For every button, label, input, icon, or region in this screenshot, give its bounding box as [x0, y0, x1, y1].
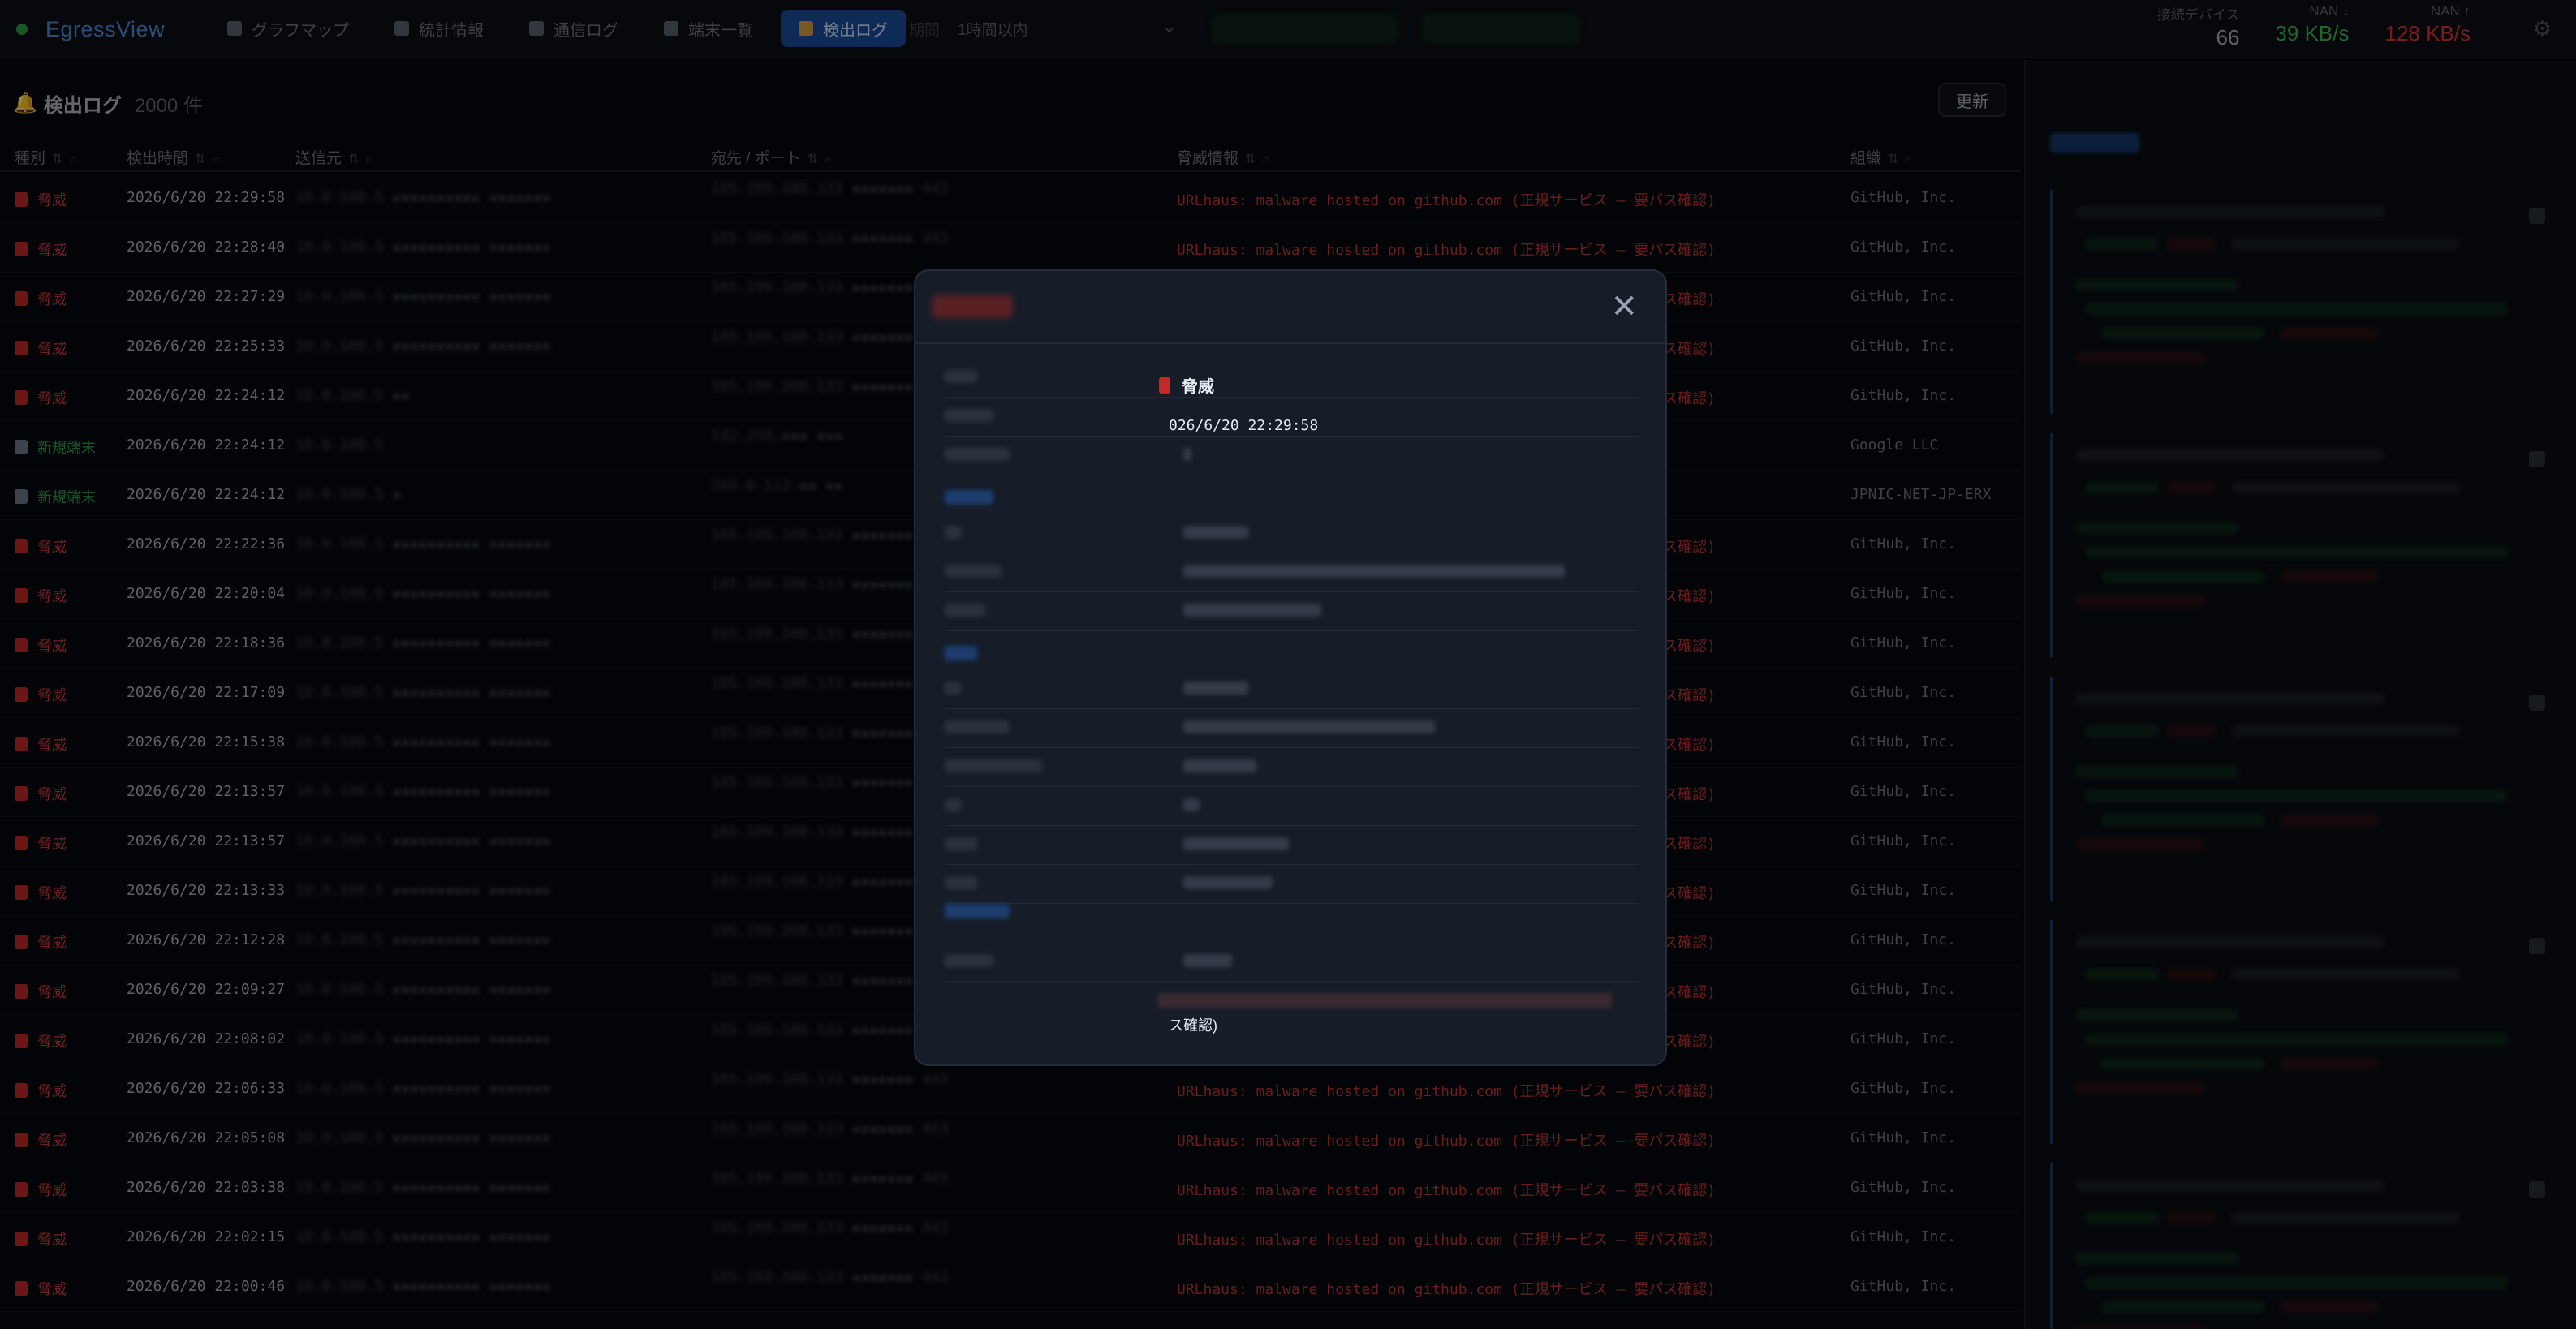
modal-detail-row	[945, 787, 1639, 826]
detail-label	[945, 837, 977, 850]
modal-detail-row	[945, 748, 1639, 787]
modal-detail-row	[945, 514, 1639, 553]
modal-detail-row	[945, 437, 1639, 475]
modal-detail-row	[945, 709, 1639, 748]
detail-value	[1183, 837, 1289, 850]
detail-label	[945, 409, 993, 422]
modal-detail-row	[945, 865, 1639, 904]
detail-label	[945, 682, 961, 695]
modal-section-header	[945, 490, 993, 505]
detail-value	[1183, 798, 1200, 811]
modal-detail-row	[945, 670, 1639, 709]
modal-threat-info	[1157, 993, 1612, 1008]
modal-threat-info-wrap: ス確認)	[1169, 1017, 1217, 1034]
detail-label	[945, 565, 1002, 578]
detail-label	[945, 720, 1010, 733]
detail-label	[945, 759, 1042, 772]
detail-value	[1183, 682, 1248, 695]
detail-label	[945, 876, 977, 889]
modal-type-value: 脅威	[1159, 373, 1214, 397]
modal-section-header	[945, 646, 977, 660]
modal-detail-row	[945, 359, 1639, 398]
detail-value	[1183, 604, 1321, 617]
detail-value	[1183, 876, 1273, 889]
detail-label	[945, 604, 985, 617]
threat-icon	[1159, 376, 1170, 394]
modal-detail-row	[945, 943, 1639, 982]
modal-detail-row	[945, 592, 1639, 631]
detail-value	[1183, 526, 1248, 539]
detail-modal: ✕ 脅威 026/6/20 22:29:58 ス確認)	[914, 269, 1667, 1066]
modal-divider	[915, 342, 1665, 344]
detail-label	[945, 448, 1010, 461]
detail-value	[1183, 759, 1256, 772]
detail-value	[1183, 565, 1565, 578]
modal-time-value: 026/6/20 22:29:58	[1169, 417, 1319, 434]
modal-detail-row	[945, 826, 1639, 865]
modal-section-header	[945, 904, 1010, 918]
modal-detail-row	[945, 553, 1639, 592]
modal-title	[932, 295, 1013, 318]
close-icon[interactable]: ✕	[1610, 290, 1638, 323]
detail-label	[945, 526, 961, 539]
detail-value	[1183, 720, 1435, 733]
modal-type-text: 脅威	[1182, 378, 1214, 396]
detail-label	[945, 798, 961, 811]
detail-label	[945, 954, 993, 967]
detail-value	[1183, 954, 1232, 967]
detail-label	[945, 370, 977, 383]
detail-value	[1183, 448, 1191, 461]
